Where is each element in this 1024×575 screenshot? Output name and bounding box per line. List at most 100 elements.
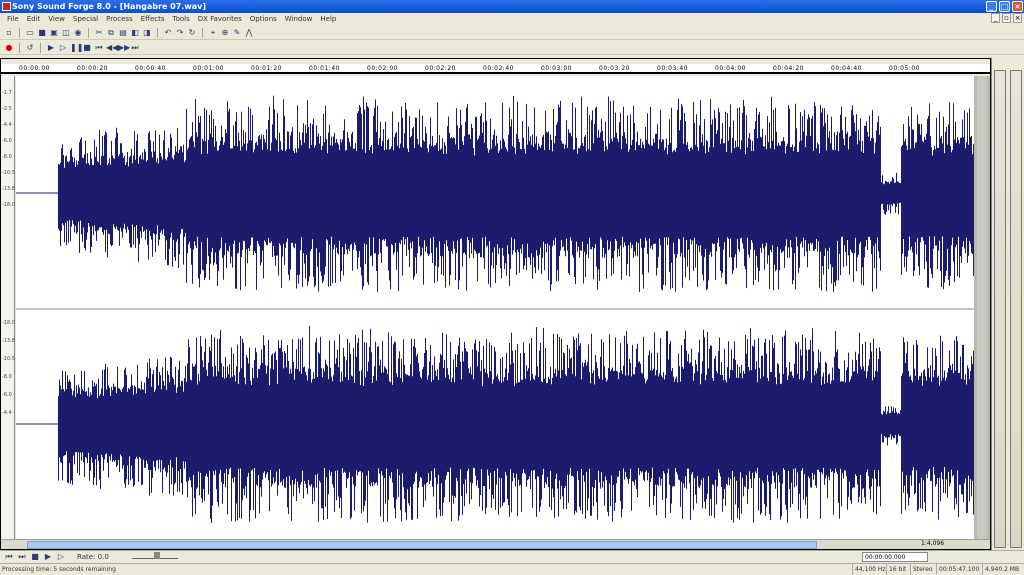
pause-icon[interactable]: ❚❚ [70,43,83,53]
playback-rate: Rate: 0.0 [77,553,109,561]
save-as-icon[interactable]: ▣ [49,28,59,38]
menu-tools[interactable]: Tools [169,15,194,23]
menu-process[interactable]: Process [102,15,137,23]
level-label: -13.8 [2,338,15,344]
level-label: -4.4 [2,122,12,128]
play-icon[interactable]: ▶ [43,552,53,562]
pencil-tool-icon[interactable]: ✎ [232,28,242,38]
level-label: -10.5 [2,170,15,176]
scroll-thumb[interactable] [27,541,817,549]
level-label: -10.5 [2,356,15,362]
menu-options[interactable]: Options [246,15,281,23]
close-button[interactable]: × [1012,1,1023,12]
trim-icon[interactable]: ◨ [142,28,152,38]
transport-toolbar: ● ↺ ▶ ▷ ❚❚ ■ ⏮ ◀◀ ▶▶ ⏭ [0,41,1024,55]
time-tick: 00:04:00 [715,65,746,72]
mix-icon[interactable]: ◧ [130,28,140,38]
go-to-start-icon[interactable]: ⏮ [4,552,14,562]
status-channels: Stereo [910,564,933,575]
time-tick: 00:02:40 [483,65,514,72]
level-label: -1.7 [2,90,12,96]
status-sample-rate: 44,100 Hz [852,564,886,575]
stop-icon[interactable]: ■ [30,552,40,562]
channel-1-waveform-path [58,95,974,292]
time-tick: 00:00:40 [135,65,166,72]
rate-slider[interactable] [131,552,178,559]
toolbar-separator [19,27,20,38]
waveform-display[interactable] [16,76,974,539]
time-tick: 00:01:40 [309,65,340,72]
render-icon[interactable]: ◫ [61,28,71,38]
meter-left [994,70,1006,548]
paste-icon[interactable]: ▤ [118,28,128,38]
undo-icon[interactable]: ↶ [163,28,173,38]
properties-icon[interactable]: ◉ [73,28,83,38]
toolbar-separator [40,42,41,53]
play-icon[interactable]: ▷ [58,43,68,53]
standard-toolbar: ▫ ▭ ■ ▣ ◫ ◉ ✂ ⧉ ▤ ◧ ◨ ↶ ↷ ↻ ⌖ ⊕ ✎ ⋀ [0,26,1024,40]
select-tool-icon[interactable]: ⌖ [208,28,218,38]
menu-bar: File Edit View Special Process Effects T… [0,13,1024,25]
meter-right [1010,70,1022,548]
waveform-svg [16,95,974,523]
maximize-button[interactable]: □ [999,1,1010,12]
save-icon[interactable]: ■ [37,28,47,38]
toolbar-separator [157,27,158,38]
document-window-controls: _ ▫ × [991,13,1022,23]
level-label: -18.0 [2,320,15,326]
status-bar: Processing time: 5 seconds remaining 44,… [0,563,1024,575]
menu-help[interactable]: Help [316,15,340,23]
envelope-tool-icon[interactable]: ⋀ [244,28,254,38]
stop-icon[interactable]: ■ [82,43,92,53]
zoom-ratio[interactable]: 1:4,096 [921,540,944,547]
menu-effects[interactable]: Effects [137,15,169,23]
redo-icon[interactable]: ↷ [175,28,185,38]
toolbar-separator [202,27,203,38]
play-all-icon[interactable]: ▷ [56,552,66,562]
loop-icon[interactable]: ↺ [25,43,35,53]
time-tick: 00:04:40 [831,65,862,72]
forward-icon[interactable]: ▶▶ [118,43,130,53]
minimize-button[interactable]: _ [986,1,997,12]
new-icon[interactable]: ▫ [4,28,14,38]
go-to-end-icon[interactable]: ⏭ [17,552,27,562]
time-tick: 00:01:00 [193,65,224,72]
menu-view[interactable]: View [44,15,69,23]
menu-window[interactable]: Window [281,15,317,23]
scroll-thumb[interactable] [977,76,987,539]
time-tick: 00:01:20 [251,65,282,72]
repeat-icon[interactable]: ↻ [187,28,197,38]
position-readout: 00:00:00.000 [862,552,928,562]
time-ruler[interactable]: 00:00:00 00:00:20 00:00:40 00:01:00 00:0… [1,64,990,74]
copy-icon[interactable]: ⧉ [106,28,116,38]
slider-knob[interactable] [153,552,160,559]
channel-2-waveform [16,326,974,523]
doc-minimize-button[interactable]: _ [991,13,1000,23]
magnify-tool-icon[interactable]: ⊕ [220,28,230,38]
menu-special[interactable]: Special [69,15,102,23]
level-label: -6.0 [2,392,12,398]
cut-icon[interactable]: ✂ [94,28,104,38]
status-disk-space: 4,940.2 MB [982,564,1019,575]
title-bar: Sony Sound Forge 8.0 - [Hangabre 07.wav]… [0,0,1024,13]
menu-edit[interactable]: Edit [23,15,45,23]
play-all-icon[interactable]: ▶ [46,43,56,53]
menu-file[interactable]: File [3,15,23,23]
channel-1-waveform [16,95,974,292]
go-to-end-icon[interactable]: ⏭ [130,43,140,53]
time-tick: 00:02:00 [367,65,398,72]
time-tick: 00:02:20 [425,65,456,72]
menu-dx-favorites[interactable]: DX Favorites [194,15,246,23]
horizontal-scrollbar[interactable]: 1:4,096 [1,539,990,549]
vertical-scrollbar[interactable] [974,76,990,539]
open-icon[interactable]: ▭ [25,28,35,38]
rewind-icon[interactable]: ◀◀ [106,43,118,53]
window-title: Sony Sound Forge 8.0 - [Hangabre 07.wav] [12,2,206,11]
doc-restore-button[interactable]: ▫ [1002,13,1011,23]
record-icon[interactable]: ● [4,43,14,53]
doc-close-button[interactable]: × [1013,13,1022,23]
time-tick: 00:05:00 [889,65,920,72]
time-tick: 00:04:20 [773,65,804,72]
go-to-start-icon[interactable]: ⏮ [94,43,104,53]
status-bit-depth: 16 bit [886,564,906,575]
